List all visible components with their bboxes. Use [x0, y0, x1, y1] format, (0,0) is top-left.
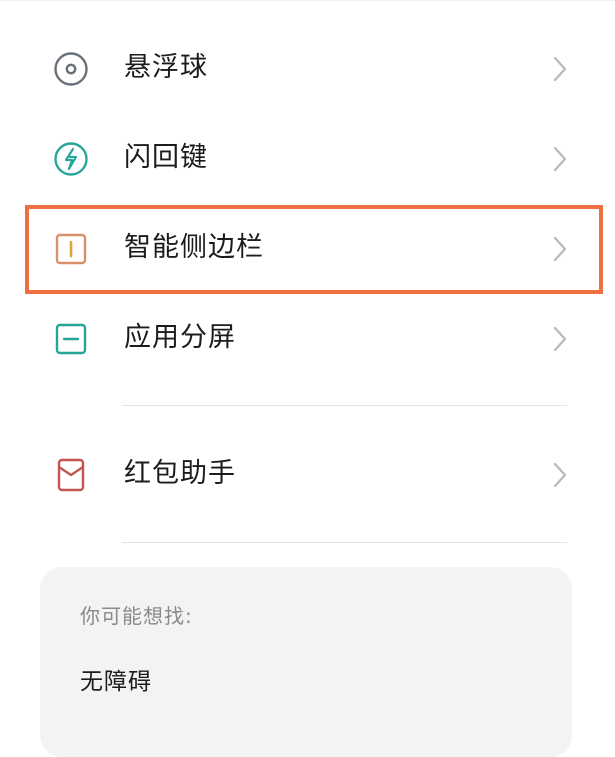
settings-item-smart-sidebar[interactable]: 智能侧边栏 — [0, 213, 615, 283]
top-divider — [0, 0, 615, 1]
settings-item-split-screen[interactable]: 应用分屏 — [0, 303, 615, 373]
settings-item-flashback-key[interactable]: 闪回键 — [0, 123, 615, 193]
suggestions-card: 你可能想找: 无障碍 — [40, 567, 572, 757]
chevron-right-icon — [550, 235, 570, 263]
floating-ball-icon — [53, 51, 89, 87]
settings-item-label: 悬浮球 — [124, 52, 208, 83]
chevron-right-icon — [550, 461, 570, 489]
section-divider — [122, 542, 567, 543]
split-screen-icon — [53, 321, 89, 357]
smart-sidebar-icon — [53, 231, 89, 267]
settings-item-label: 红包助手 — [124, 458, 236, 489]
section-divider — [122, 405, 567, 406]
suggestion-item-accessibility[interactable]: 无障碍 — [80, 667, 152, 697]
chevron-right-icon — [550, 55, 570, 83]
settings-item-red-envelope-assistant[interactable]: 红包助手 — [0, 439, 615, 509]
flashback-icon — [53, 141, 89, 177]
settings-item-label: 智能侧边栏 — [124, 232, 264, 263]
settings-item-label: 应用分屏 — [124, 322, 236, 353]
settings-item-floating-ball[interactable]: 悬浮球 — [0, 33, 615, 103]
settings-item-label: 闪回键 — [124, 142, 208, 173]
red-envelope-icon — [53, 457, 89, 493]
suggestions-title: 你可能想找: — [80, 604, 193, 628]
chevron-right-icon — [550, 145, 570, 173]
chevron-right-icon — [550, 325, 570, 353]
